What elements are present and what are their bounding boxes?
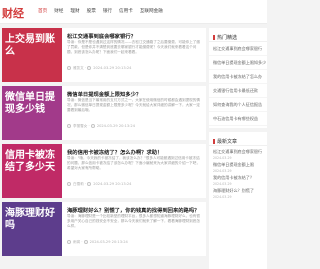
article-thumbnail[interactable]: 上交易到账么 — [2, 28, 62, 82]
article-date: 2024-03-29 20:13:24 — [89, 240, 128, 244]
article-meta: 李丽雪女 · 2024-03-29 20:13:24 — [67, 124, 135, 129]
article-card[interactable]: 微信单日提现多少钱 微信单日提现金额上限知多少？ 导读：微信是当下最常用的支付方… — [2, 86, 206, 140]
nav-wealth[interactable]: 理财 — [70, 8, 79, 15]
article-author: 雨宵 — [73, 240, 81, 244]
article-meta: 雨宵 · 2024-03-29 20:13:24 — [67, 240, 128, 245]
nav-banks[interactable]: 银行 — [103, 8, 112, 15]
article-author: 白雪莉 — [73, 182, 84, 186]
article-summary: 导读：你是不是也遇到过这样的情况——去松江交通路了之后要缴费，可能你上了缴了罚款… — [67, 40, 200, 55]
article-summary: 导读：海豚理财是一个比较新型的理财平台，很多人都想知道海豚理财好么，也有很多用户… — [67, 214, 200, 229]
user-icon — [67, 124, 71, 128]
article-date: 2024-03-29 20:13:24 — [93, 66, 132, 70]
nav-home[interactable]: 首页 — [38, 8, 47, 15]
article-title[interactable]: 我的信用卡被冻结了？怎么办啊？求助！ — [67, 148, 203, 156]
article-date: 2024-03-29 20:13:24 — [96, 124, 135, 128]
user-icon — [67, 66, 71, 70]
latest-article-date: 2024-03-29 — [213, 195, 232, 198]
nav-stocks[interactable]: 股票 — [87, 8, 96, 15]
top-bar: 财经 首页 财经 理财 股票 银行 信用卡 互联网金融 — [0, 0, 267, 24]
latest-articles-panel: 最新文章 松江交通事到底会哪家银行 2024-03-29 微信单日提现金额上限 20… — [209, 132, 267, 269]
latest-article-title[interactable]: 松江交通事到底会哪家银行 — [213, 149, 262, 154]
user-icon — [67, 240, 71, 244]
clock-icon — [83, 240, 88, 244]
article-card[interactable]: 海豚理财好吗 海豚理财好么？别慌了，你的钱真的找得到回来的路吗？ 导读：海豚理财… — [2, 202, 206, 256]
article-summary: 导读："哦，今天我的卡被冻结了，我该怎么办？"很多人可能都遇到过信用卡被冻结的问… — [67, 156, 200, 171]
clock-icon — [90, 124, 95, 128]
article-meta: 雅凯文 · 2024-03-29 20:13:24 — [67, 66, 131, 71]
hot-pick-item[interactable]: 如何查询我的个人征信报告 — [209, 98, 267, 112]
hot-pick-item[interactable]: 我的信用卡被冻结了怎么办 — [209, 70, 267, 84]
latest-articles-title: 最新文章 — [217, 139, 238, 145]
hot-picks-heading: 热门精选 — [209, 28, 267, 42]
article-thumbnail[interactable]: 信用卡被冻结了多少天 — [2, 144, 62, 198]
latest-articles-heading: 最新文章 — [209, 132, 267, 146]
latest-article-title[interactable]: 微信单日提现金额上限 — [213, 162, 254, 167]
clock-icon — [87, 66, 92, 70]
article-summary: 导读：微信是当下最常用的支付方式之一，大家在使用微信的时候都会遇到提现的情况，那… — [67, 98, 200, 113]
article-card[interactable]: 信用卡被冻结了多少天 我的信用卡被冻结了？怎么办啊？求助！ 导读："哦，今天我的… — [2, 144, 206, 198]
latest-article-item[interactable]: 松江交通事到底会哪家银行 2024-03-29 — [209, 146, 267, 159]
article-card[interactable]: 上交易到账么 松江交通事到底会哪家银行？ 导读：你是不是也遇到过这样的情况——去… — [2, 28, 206, 82]
hot-pick-item[interactable]: 中石油信用卡有哪些权益 — [209, 112, 267, 126]
latest-article-title[interactable]: 我的信用卡被冻结了？ — [213, 175, 254, 180]
latest-article-item[interactable]: 我的信用卡被冻结了？ 2024-03-29 — [209, 172, 267, 185]
article-list: 上交易到账么 松江交通事到底会哪家银行？ 导读：你是不是也遇到过这样的情况——去… — [2, 28, 206, 260]
hot-pick-item[interactable]: 交通银行信用卡最低还款 — [209, 84, 267, 98]
article-author: 李丽雪女 — [73, 124, 88, 128]
article-thumbnail[interactable]: 微信单日提现多少钱 — [2, 86, 62, 140]
hot-picks-panel: 热门精选 松江交通事到底会哪家银行 微信单日提现金额上限知多少 我的信用卡被冻结… — [209, 28, 267, 128]
article-author: 雅凯文 — [73, 66, 84, 70]
latest-article-item[interactable]: 微信单日提现金额上限 2024-03-29 — [209, 159, 267, 172]
article-title[interactable]: 海豚理财好么？别慌了，你的钱真的找得到回来的路吗？ — [67, 206, 203, 214]
latest-article-item[interactable]: 海豚理财好么？别慌了 2024-03-29 — [209, 185, 267, 198]
clock-icon — [87, 182, 92, 186]
hot-pick-item[interactable]: 松江交通事到底会哪家银行 — [209, 42, 267, 56]
nav-credit-cards[interactable]: 信用卡 — [119, 8, 133, 15]
hot-pick-item[interactable]: 微信单日提现金额上限知多少 — [209, 56, 267, 70]
latest-article-title[interactable]: 海豚理财好么？别慌了 — [213, 188, 254, 193]
article-thumbnail[interactable]: 海豚理财好吗 — [2, 202, 62, 256]
article-title[interactable]: 微信单日提现金额上限知多少？ — [67, 90, 203, 98]
nav-internet-finance[interactable]: 互联网金融 — [140, 8, 163, 15]
site-logo[interactable]: 财经 — [2, 5, 24, 21]
heading-accent-bar — [213, 139, 215, 144]
heading-accent-bar — [213, 35, 215, 40]
article-meta: 白雪莉 · 2024-03-29 20:13:24 — [67, 182, 131, 187]
main-nav: 首页 财经 理财 股票 银行 信用卡 互联网金融 — [38, 8, 170, 15]
article-date: 2024-03-29 20:13:24 — [93, 182, 132, 186]
user-icon — [67, 182, 71, 186]
article-title[interactable]: 松江交通事到底会哪家银行？ — [67, 32, 203, 40]
hot-picks-title: 热门精选 — [217, 35, 238, 41]
nav-finance[interactable]: 财经 — [54, 8, 63, 15]
